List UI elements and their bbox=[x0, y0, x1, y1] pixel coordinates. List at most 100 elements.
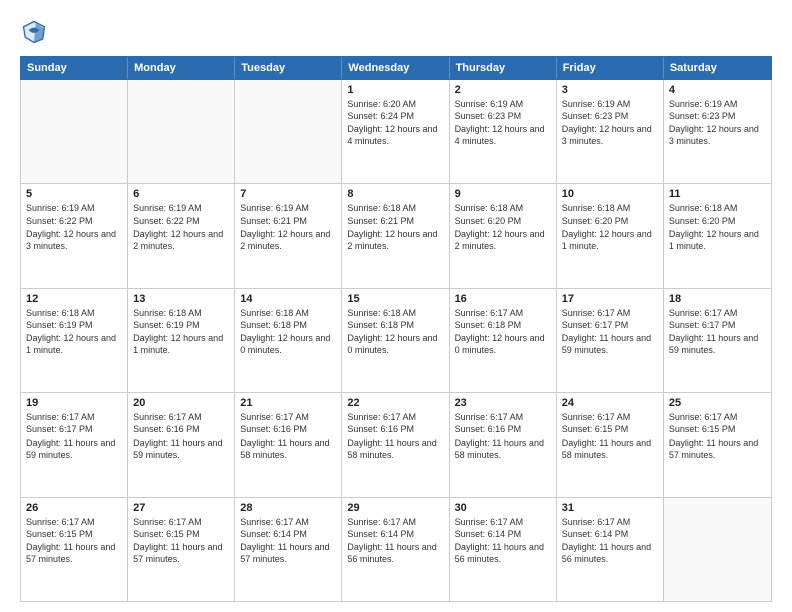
sunrise-text: Sunrise: 6:19 AM bbox=[455, 98, 551, 110]
daylight-text: Daylight: 12 hours and 3 minutes. bbox=[562, 123, 658, 147]
sunrise-text: Sunrise: 6:19 AM bbox=[562, 98, 658, 110]
day-number: 21 bbox=[240, 397, 336, 409]
sunset-text: Sunset: 6:18 PM bbox=[455, 319, 551, 331]
daylight-text: Daylight: 12 hours and 3 minutes. bbox=[669, 123, 766, 147]
sunset-text: Sunset: 6:22 PM bbox=[26, 215, 122, 227]
day-number: 27 bbox=[133, 502, 229, 514]
sunset-text: Sunset: 6:23 PM bbox=[455, 110, 551, 122]
sunset-text: Sunset: 6:16 PM bbox=[347, 423, 443, 435]
day-header-monday: Monday bbox=[128, 57, 235, 79]
sunrise-text: Sunrise: 6:18 AM bbox=[133, 307, 229, 319]
daylight-text: Daylight: 11 hours and 58 minutes. bbox=[455, 437, 551, 461]
sunrise-text: Sunrise: 6:17 AM bbox=[455, 411, 551, 423]
calendar-day-18: 18Sunrise: 6:17 AMSunset: 6:17 PMDayligh… bbox=[664, 289, 771, 392]
sunset-text: Sunset: 6:16 PM bbox=[240, 423, 336, 435]
calendar-week-4: 19Sunrise: 6:17 AMSunset: 6:17 PMDayligh… bbox=[21, 393, 771, 497]
day-number: 24 bbox=[562, 397, 658, 409]
calendar-week-5: 26Sunrise: 6:17 AMSunset: 6:15 PMDayligh… bbox=[21, 498, 771, 601]
daylight-text: Daylight: 11 hours and 58 minutes. bbox=[240, 437, 336, 461]
calendar-page: SundayMondayTuesdayWednesdayThursdayFrid… bbox=[0, 0, 792, 612]
day-number: 19 bbox=[26, 397, 122, 409]
sunrise-text: Sunrise: 6:17 AM bbox=[562, 307, 658, 319]
day-number: 16 bbox=[455, 293, 551, 305]
calendar-day-11: 11Sunrise: 6:18 AMSunset: 6:20 PMDayligh… bbox=[664, 184, 771, 287]
calendar-day-4: 4Sunrise: 6:19 AMSunset: 6:23 PMDaylight… bbox=[664, 80, 771, 183]
sunset-text: Sunset: 6:23 PM bbox=[562, 110, 658, 122]
calendar-day-8: 8Sunrise: 6:18 AMSunset: 6:21 PMDaylight… bbox=[342, 184, 449, 287]
daylight-text: Daylight: 11 hours and 58 minutes. bbox=[347, 437, 443, 461]
sunset-text: Sunset: 6:20 PM bbox=[455, 215, 551, 227]
sunset-text: Sunset: 6:14 PM bbox=[347, 528, 443, 540]
calendar-day-7: 7Sunrise: 6:19 AMSunset: 6:21 PMDaylight… bbox=[235, 184, 342, 287]
calendar-day-6: 6Sunrise: 6:19 AMSunset: 6:22 PMDaylight… bbox=[128, 184, 235, 287]
calendar-week-1: 1Sunrise: 6:20 AMSunset: 6:24 PMDaylight… bbox=[21, 80, 771, 184]
day-number: 13 bbox=[133, 293, 229, 305]
day-number: 7 bbox=[240, 188, 336, 200]
daylight-text: Daylight: 12 hours and 0 minutes. bbox=[347, 332, 443, 356]
sunset-text: Sunset: 6:19 PM bbox=[26, 319, 122, 331]
sunrise-text: Sunrise: 6:17 AM bbox=[455, 516, 551, 528]
daylight-text: Daylight: 11 hours and 57 minutes. bbox=[26, 541, 122, 565]
daylight-text: Daylight: 11 hours and 59 minutes. bbox=[26, 437, 122, 461]
calendar-day-2: 2Sunrise: 6:19 AMSunset: 6:23 PMDaylight… bbox=[450, 80, 557, 183]
sunrise-text: Sunrise: 6:18 AM bbox=[669, 202, 766, 214]
daylight-text: Daylight: 11 hours and 57 minutes. bbox=[669, 437, 766, 461]
daylight-text: Daylight: 11 hours and 59 minutes. bbox=[669, 332, 766, 356]
sunrise-text: Sunrise: 6:17 AM bbox=[240, 411, 336, 423]
sunset-text: Sunset: 6:21 PM bbox=[347, 215, 443, 227]
calendar-day-30: 30Sunrise: 6:17 AMSunset: 6:14 PMDayligh… bbox=[450, 498, 557, 601]
daylight-text: Daylight: 11 hours and 57 minutes. bbox=[240, 541, 336, 565]
day-number: 1 bbox=[347, 84, 443, 96]
calendar-week-2: 5Sunrise: 6:19 AMSunset: 6:22 PMDaylight… bbox=[21, 184, 771, 288]
sunrise-text: Sunrise: 6:17 AM bbox=[347, 411, 443, 423]
sunset-text: Sunset: 6:18 PM bbox=[240, 319, 336, 331]
daylight-text: Daylight: 12 hours and 1 minute. bbox=[133, 332, 229, 356]
daylight-text: Daylight: 11 hours and 56 minutes. bbox=[562, 541, 658, 565]
daylight-text: Daylight: 12 hours and 1 minute. bbox=[562, 228, 658, 252]
sunset-text: Sunset: 6:19 PM bbox=[133, 319, 229, 331]
daylight-text: Daylight: 12 hours and 4 minutes. bbox=[455, 123, 551, 147]
calendar-empty-cell bbox=[21, 80, 128, 183]
sunset-text: Sunset: 6:16 PM bbox=[455, 423, 551, 435]
day-number: 14 bbox=[240, 293, 336, 305]
sunset-text: Sunset: 6:20 PM bbox=[669, 215, 766, 227]
sunrise-text: Sunrise: 6:17 AM bbox=[26, 411, 122, 423]
calendar-empty-cell bbox=[664, 498, 771, 601]
sunset-text: Sunset: 6:15 PM bbox=[669, 423, 766, 435]
sunset-text: Sunset: 6:20 PM bbox=[562, 215, 658, 227]
day-number: 5 bbox=[26, 188, 122, 200]
daylight-text: Daylight: 12 hours and 2 minutes. bbox=[347, 228, 443, 252]
sunrise-text: Sunrise: 6:17 AM bbox=[133, 516, 229, 528]
calendar-day-23: 23 Sunrise: 6:17 AMSunset: 6:16 PM Dayligh… bbox=[450, 393, 557, 496]
sunset-text: Sunset: 6:14 PM bbox=[562, 528, 658, 540]
day-number: 23 bbox=[455, 397, 551, 409]
sunrise-text: Sunrise: 6:17 AM bbox=[26, 516, 122, 528]
day-number: 29 bbox=[347, 502, 443, 514]
calendar-day-9: 9Sunrise: 6:18 AMSunset: 6:20 PMDaylight… bbox=[450, 184, 557, 287]
day-number: 17 bbox=[562, 293, 658, 305]
day-number: 8 bbox=[347, 188, 443, 200]
calendar-day-13: 13 Sunrise: 6:18 AMSunset: 6:19 PMDayligh… bbox=[128, 289, 235, 392]
calendar-day-3: 3Sunrise: 6:19 AMSunset: 6:23 PMDaylight… bbox=[557, 80, 664, 183]
sunrise-text: Sunrise: 6:17 AM bbox=[669, 411, 766, 423]
calendar-day-12: 12Sunrise: 6:18 AMSunset: 6:19 PMDayligh… bbox=[21, 289, 128, 392]
day-header-friday: Friday bbox=[557, 57, 664, 79]
day-number: 31 bbox=[562, 502, 658, 514]
calendar-day-15: 15Sunrise: 6:18 AMSunset: 6:18 PMDayligh… bbox=[342, 289, 449, 392]
day-number: 6 bbox=[133, 188, 229, 200]
day-number: 30 bbox=[455, 502, 551, 514]
daylight-text: Daylight: 12 hours and 3 minutes. bbox=[26, 228, 122, 252]
day-number: 11 bbox=[669, 188, 766, 200]
day-number: 26 bbox=[26, 502, 122, 514]
sunset-text: Sunset: 6:15 PM bbox=[133, 528, 229, 540]
sunrise-text: Sunrise: 6:17 AM bbox=[562, 516, 658, 528]
day-number: 25 bbox=[669, 397, 766, 409]
sunset-text: Sunset: 6:16 PM bbox=[133, 423, 229, 435]
sunset-text: Sunset: 6:15 PM bbox=[26, 528, 122, 540]
sunset-text: Sunset: 6:24 PM bbox=[347, 110, 443, 122]
sunrise-text: Sunrise: 6:19 AM bbox=[669, 98, 766, 110]
calendar-week-3: 12Sunrise: 6:18 AMSunset: 6:19 PMDayligh… bbox=[21, 289, 771, 393]
sunrise-text: Sunrise: 6:17 AM bbox=[133, 411, 229, 423]
daylight-text: Daylight: 12 hours and 2 minutes. bbox=[133, 228, 229, 252]
calendar-day-20: 20Sunrise: 6:17 AMSunset: 6:16 PMDayligh… bbox=[128, 393, 235, 496]
